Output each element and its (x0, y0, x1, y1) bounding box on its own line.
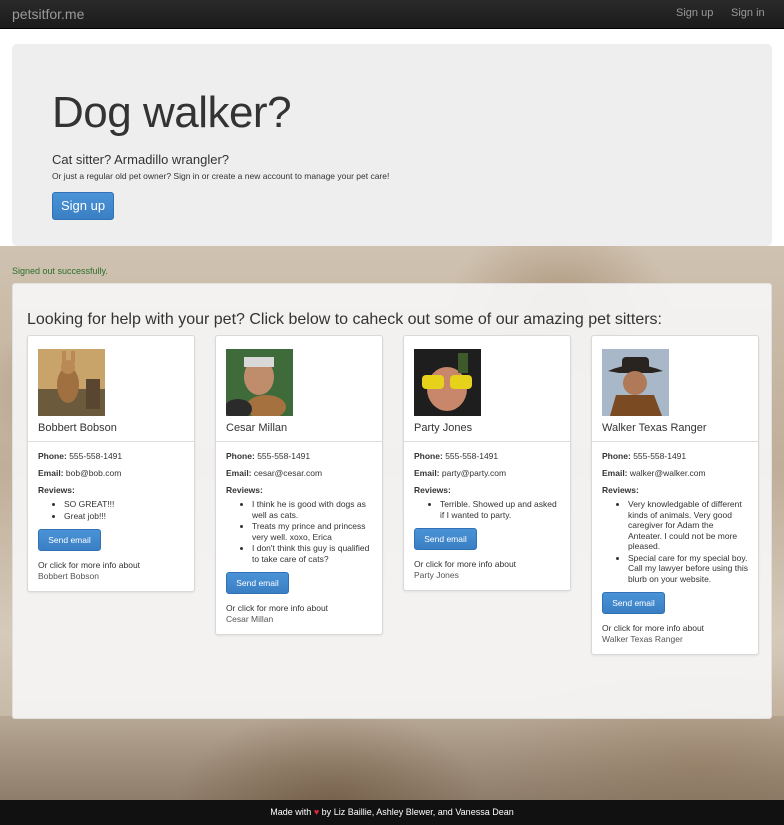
send-email-button[interactable]: Send email (226, 572, 289, 594)
more-info-text: Or click for more info about (414, 559, 517, 569)
email-label: Email: (414, 468, 440, 478)
review-item: Treats my prince and princess very well.… (252, 521, 372, 542)
more-info-text: Or click for more info about (602, 623, 705, 633)
sitter-email: cesar@cesar.com (253, 468, 323, 478)
sitter-card: Walker Texas Ranger Phone: 555-558-1491 … (591, 335, 759, 655)
hero-tagline: Or just a regular old pet owner? Sign in… (52, 171, 390, 181)
sitter-card: Party Jones Phone: 555-558-1491 Email: p… (403, 335, 571, 591)
sitter-email: bob@bob.com (65, 468, 122, 478)
review-item: Special care for my special boy. Call my… (628, 553, 748, 585)
review-item: I think he is good with dogs as well as … (252, 499, 372, 520)
review-item: Very knowledgable of different kinds of … (628, 499, 748, 552)
footer-by: by (321, 807, 332, 817)
sitter-name[interactable]: Cesar Millan (226, 422, 287, 434)
sitter-name[interactable]: Walker Texas Ranger (602, 422, 707, 434)
footer-author-link[interactable]: Ashley Blewer (376, 807, 433, 817)
hero-jumbotron: Dog walker? Cat sitter? Armadillo wrangl… (12, 44, 772, 246)
navbar: petsitfor.me Sign up Sign in (0, 0, 784, 29)
footer-author-link[interactable]: Liz Baillie (334, 807, 372, 817)
sitter-name[interactable]: Party Jones (414, 422, 472, 434)
sitter-photo (226, 349, 293, 416)
phone-label: Phone: (38, 451, 67, 461)
sitter-phone: 555-558-1491 (445, 451, 499, 461)
brand-logo[interactable]: petsitfor.me (12, 6, 84, 22)
review-item: Terrible. Showed up and asked if I wante… (440, 499, 560, 520)
sitter-photo (602, 349, 669, 416)
email-label: Email: (602, 468, 628, 478)
more-info-link[interactable]: Cesar Millan (226, 614, 372, 625)
phone-label: Phone: (602, 451, 631, 461)
sitter-phone: 555-558-1491 (69, 451, 123, 461)
footer-author-link[interactable]: Vanessa Dean (455, 807, 513, 817)
reviews-label: Reviews: (602, 485, 639, 495)
email-label: Email: (38, 468, 64, 478)
sitter-name[interactable]: Bobbert Bobson (38, 422, 117, 434)
review-item: Great job!!! (64, 511, 184, 522)
more-info-link[interactable]: Walker Texas Ranger (602, 634, 748, 645)
reviews-list: SO GREAT!!! Great job!!! (38, 499, 184, 521)
sitter-photo (414, 349, 481, 416)
sitter-card: Bobbert Bobson Phone: 555-558-1491 Email… (27, 335, 195, 592)
email-label: Email: (226, 468, 252, 478)
heart-icon: ♥ (313, 807, 320, 817)
more-info-text: Or click for more info about (38, 560, 141, 570)
send-email-button[interactable]: Send email (602, 592, 665, 614)
sitter-email: walker@walker.com (629, 468, 706, 478)
sitters-panel: Looking for help with your pet? Click be… (12, 283, 772, 719)
nav-signup-link[interactable]: Sign up (676, 7, 713, 19)
reviews-list: Very knowledgable of different kinds of … (602, 499, 748, 584)
nav-signin-link[interactable]: Sign in (731, 7, 765, 19)
reviews-list: I think he is good with dogs as well as … (226, 499, 372, 564)
sitter-photo (38, 349, 105, 416)
more-info-link[interactable]: Bobbert Bobson (38, 571, 184, 582)
reviews-label: Reviews: (226, 485, 263, 495)
review-item: SO GREAT!!! (64, 499, 184, 510)
footer-and: and (437, 807, 453, 817)
more-info-link[interactable]: Party Jones (414, 570, 560, 581)
reviews-label: Reviews: (38, 485, 75, 495)
hero-subtitle: Cat sitter? Armadillo wrangler? (52, 152, 230, 167)
sitter-phone: 555-558-1491 (633, 451, 687, 461)
review-item: I don't think this guy is qualified to t… (252, 543, 372, 564)
reviews-label: Reviews: (414, 485, 451, 495)
reviews-list: Terrible. Showed up and asked if I wante… (414, 499, 560, 520)
more-info-text: Or click for more info about (226, 603, 329, 613)
sitter-email: party@party.com (441, 468, 507, 478)
hero-title: Dog walker? (52, 88, 292, 137)
footer: Made with ♥ by Liz Baillie, Ashley Blewe… (0, 800, 784, 825)
footer-made-with: Made with (270, 807, 312, 817)
send-email-button[interactable]: Send email (414, 528, 477, 550)
flash-notice: Signed out successfully. (12, 266, 108, 276)
phone-label: Phone: (226, 451, 255, 461)
send-email-button[interactable]: Send email (38, 529, 101, 551)
hero-signup-button[interactable]: Sign up (52, 192, 114, 220)
phone-label: Phone: (414, 451, 443, 461)
sitters-heading: Looking for help with your pet? Click be… (27, 311, 662, 328)
sitter-card: Cesar Millan Phone: 555-558-1491 Email: … (215, 335, 383, 635)
sitter-phone: 555-558-1491 (257, 451, 311, 461)
